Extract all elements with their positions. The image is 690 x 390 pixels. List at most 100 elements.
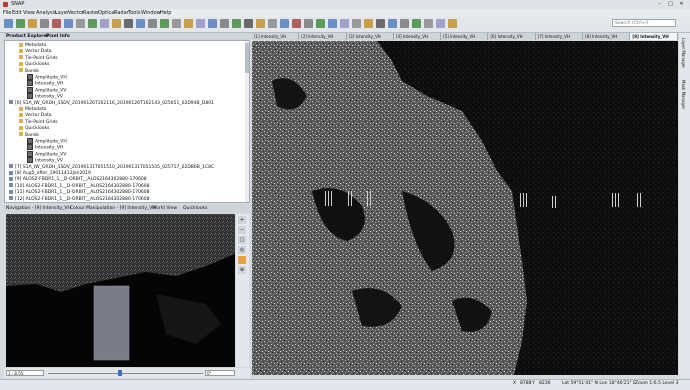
toolbar-tool-icon[interactable] <box>424 19 433 28</box>
toolbar-tool-icon[interactable] <box>4 19 13 28</box>
toolbar-tool-icon[interactable] <box>364 19 373 28</box>
image-view[interactable] <box>252 41 678 375</box>
search-input[interactable]: Search (Ctrl+I) <box>612 19 676 27</box>
document-tab[interactable]: [1] Intensity_VH <box>252 33 300 40</box>
product-icon <box>9 189 13 194</box>
zoom-slider-track[interactable] <box>48 373 203 374</box>
toolbar-tool-icon[interactable] <box>280 19 289 28</box>
product-icon <box>9 176 13 181</box>
tree-item-label: Metadata <box>25 43 47 48</box>
tab-navigation[interactable]: Navigation - [9] Intensity_VH <box>6 206 71 211</box>
status-zoom-level: Zoom 1:6.5 Level 3 <box>635 381 679 386</box>
toolbar-tool-icon[interactable] <box>184 19 193 28</box>
toolbar-tool-icon[interactable] <box>196 19 205 28</box>
tab-product-explorer[interactable]: Product Explorer <box>6 34 49 39</box>
toolbar-tool-icon[interactable] <box>208 19 217 28</box>
toolbar-tool-icon[interactable] <box>328 19 337 28</box>
zoom-out-icon[interactable]: − <box>238 226 246 234</box>
toolbar-tool-icon[interactable] <box>304 19 313 28</box>
zoom-slider-knob[interactable] <box>118 370 122 376</box>
document-tab[interactable]: [2] Intensity_VH <box>299 33 347 40</box>
minimize-button[interactable]: – <box>655 1 664 7</box>
document-tab[interactable]: [3] Intensity_VH <box>347 33 394 40</box>
zoom-pixel-icon[interactable]: □ <box>238 236 246 244</box>
tree-item-label: [10] ALOS2-FBDR1_1__D-ORBIT__ALOS2164302… <box>15 183 150 189</box>
toolbar-tool-icon[interactable] <box>112 19 121 28</box>
folder-icon <box>19 125 23 130</box>
menu-analysis[interactable]: Analysis <box>36 10 57 16</box>
toolbar-tool-icon[interactable] <box>88 19 97 28</box>
menu-raster[interactable]: Raster <box>83 10 99 16</box>
close-button[interactable]: ✕ <box>677 1 686 7</box>
toolbar-tool-icon[interactable] <box>400 19 409 28</box>
tree-item-label: [8] Aug5_after_19011412Jan2019 <box>15 171 91 176</box>
status-x-value: 8788 <box>520 381 532 386</box>
zoom-all-icon[interactable]: ◎ <box>238 246 246 254</box>
menu-tools[interactable]: Tools <box>128 10 140 16</box>
toolbar-tool-icon[interactable] <box>436 19 445 28</box>
toolbar-tool-icon[interactable] <box>292 19 301 28</box>
toolbar-tool-icon[interactable] <box>412 19 421 28</box>
toolbar-tool-icon[interactable] <box>100 19 109 28</box>
menu-radar[interactable]: Radar <box>114 10 129 16</box>
toolbar-tool-icon[interactable] <box>316 19 325 28</box>
zoom-in-icon[interactable]: + <box>238 216 246 224</box>
toolbar-tool-icon[interactable] <box>52 19 61 28</box>
sync-views-icon[interactable] <box>238 256 246 264</box>
tab-mask-manager[interactable]: Mask Manager <box>681 80 686 109</box>
toolbar-tool-icon[interactable] <box>124 19 133 28</box>
tab-colour-manipulation[interactable]: Colour Manipulation - [9] Intensity_VH <box>70 206 156 211</box>
toolbar-tool-icon[interactable] <box>172 19 181 28</box>
folder-icon <box>19 61 23 66</box>
maximize-button[interactable]: □ <box>666 1 675 7</box>
tab-quicklooks[interactable]: Quicklooks <box>183 206 207 211</box>
toolbar-tool-icon[interactable] <box>244 19 253 28</box>
toolbar-tool-icon[interactable] <box>268 19 277 28</box>
toolbar-tool-icon[interactable] <box>136 19 145 28</box>
document-tab[interactable]: [6] Intensity_VH <box>489 33 536 40</box>
tree-item-label: Vector Data <box>25 49 52 55</box>
document-tab[interactable]: [8] Intensity_VH <box>583 33 631 40</box>
document-tab[interactable]: [9] Intensity_VH <box>630 33 678 40</box>
toolbar-tool-icon[interactable] <box>40 19 49 28</box>
toolbar-tool-icon[interactable] <box>160 19 169 28</box>
tree-item-label: [9] ALOS2-FBDR1_1__D-ORBIT__ALOS21643028… <box>15 177 147 183</box>
menu-help[interactable]: Help <box>160 10 171 16</box>
toolbar-tool-icon[interactable] <box>352 19 361 28</box>
toolbar-tool-icon[interactable] <box>376 19 385 28</box>
toolbar-tool-icon[interactable] <box>28 19 37 28</box>
menu-file[interactable]: File <box>3 10 11 16</box>
band-icon <box>27 144 33 151</box>
rotation-field[interactable]: 0° <box>205 370 235 376</box>
window-title: SNAP <box>11 1 25 7</box>
sync-cursor-icon[interactable]: ⊕ <box>238 266 246 274</box>
menu-layer[interactable]: Layer <box>55 10 69 16</box>
menu-view[interactable]: View <box>23 10 35 16</box>
toolbar-tool-icon[interactable] <box>76 19 85 28</box>
folder-icon <box>19 48 23 53</box>
tree-scrollbar-thumb[interactable] <box>245 43 249 73</box>
toolbar-tool-icon[interactable] <box>220 19 229 28</box>
menu-window[interactable]: Window <box>141 10 161 16</box>
tab-layer-manager[interactable]: Layer Manager <box>681 38 686 68</box>
toolbar-tool-icon[interactable] <box>16 19 25 28</box>
navigation-overview[interactable] <box>6 214 235 367</box>
document-tab[interactable]: [7] Intensity_VH <box>536 33 584 40</box>
toolbar-tool-icon[interactable] <box>340 19 349 28</box>
band-icon <box>27 93 33 100</box>
toolbar-tool-icon[interactable] <box>256 19 265 28</box>
toolbar-tool-icon[interactable] <box>148 19 157 28</box>
toolbar-tool-icon[interactable] <box>448 19 457 28</box>
document-tab[interactable]: [5] Intensity_VH <box>441 33 489 40</box>
tab-pixel-info[interactable]: Pixel Info <box>46 34 70 39</box>
toolbar-tool-icon[interactable] <box>64 19 73 28</box>
document-tab[interactable]: [4] Intensity_VH <box>394 33 442 40</box>
tree-item[interactable]: [12] ALOS2-FBDR1_1__D-ORBIT__ALOS2164302… <box>9 196 150 202</box>
menu-vector[interactable]: Vector <box>68 10 84 16</box>
toolbar-tool-icon[interactable] <box>232 19 241 28</box>
menu-edit[interactable]: Edit <box>12 10 22 16</box>
zoom-factor-field[interactable]: 1 : 8.55 <box>6 370 44 376</box>
folder-icon <box>19 112 23 117</box>
tab-world-view[interactable]: World View <box>152 206 177 211</box>
toolbar-tool-icon[interactable] <box>388 19 397 28</box>
